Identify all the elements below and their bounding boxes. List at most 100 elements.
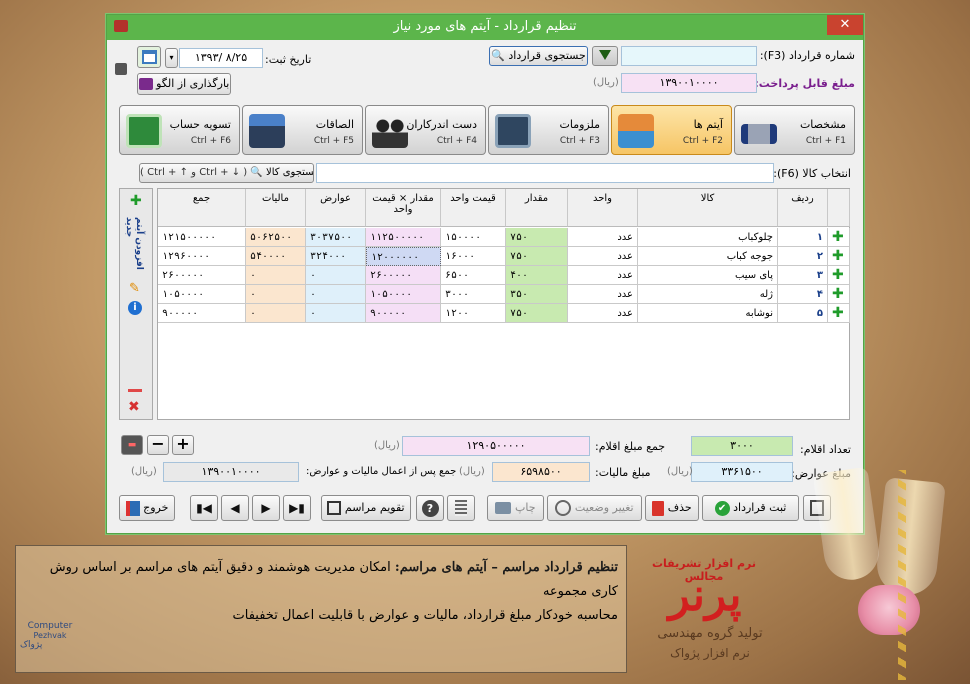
row-add-icon[interactable]: ✚ — [828, 266, 850, 285]
row-number: ۲ — [778, 247, 828, 266]
row-quantity[interactable]: ۷۵۰ — [506, 228, 568, 247]
row-quantity[interactable]: ۷۵۰ — [506, 247, 568, 266]
info-icon[interactable]: i — [128, 301, 142, 315]
row-subtotal: ۱۱۲۵۰۰۰۰۰ — [366, 228, 441, 247]
row-quantity[interactable]: ۴۰۰ — [506, 266, 568, 285]
item-search-button[interactable]: ( Ctrl + ↑ و Ctrl + ↓ ) 🔍 جستجوی کالا — [139, 163, 314, 183]
download-button[interactable] — [592, 46, 618, 66]
row-quantity[interactable]: ۳۵۰ — [506, 285, 568, 304]
print-button[interactable]: چاپ — [487, 495, 544, 521]
row-unit-price[interactable]: ۱۶۰۰۰ — [441, 247, 506, 266]
row-item[interactable]: جوجه کباب — [638, 247, 778, 266]
help-button[interactable]: ? — [416, 495, 444, 521]
play-icon: ▶ — [261, 501, 271, 515]
contract-search-button[interactable]: 🔍 جستجوی قرارداد — [489, 46, 588, 66]
tab-requirements[interactable]: ملزومات Ctrl + F3 — [488, 105, 609, 155]
change-status-button[interactable]: تغییر وضعیت — [547, 495, 642, 521]
row-add-icon[interactable]: ✚ — [828, 304, 850, 323]
tab-requirements-shortcut: Ctrl + F3 — [559, 136, 600, 146]
row-total: ۱۲۹۶۰۰۰۰ — [158, 247, 246, 266]
prev-record-button[interactable]: ◀ — [221, 495, 249, 521]
row-unit-price[interactable]: ۱۵۰۰۰۰ — [441, 228, 506, 247]
payable-amount-field: ۱۳۹۰۰۱۰۰۰۰ — [621, 73, 757, 93]
status-icon — [555, 500, 572, 516]
save-disk-icon[interactable] — [115, 63, 127, 75]
logo-line2: Pezhvak — [33, 631, 67, 640]
row-quantity[interactable]: ۷۵۰ — [506, 304, 568, 323]
caption-box: تنظیم قرارداد مراسم – آیتم های مراسم: ام… — [15, 545, 627, 673]
print-label: چاپ — [514, 501, 536, 514]
checklist-icon — [495, 114, 531, 148]
header-duty: عوارض — [306, 189, 366, 227]
row-unit-price[interactable]: ۱۲۰۰ — [441, 304, 506, 323]
tab-settlement[interactable]: تسویه حساب Ctrl + F6 — [119, 105, 240, 155]
magnifier-icon: 🔍 — [491, 49, 505, 62]
save-contract-label: ثبت قرارداد — [733, 501, 787, 514]
row-item[interactable]: چلوکباب — [638, 228, 778, 247]
row-tax: ۵۴۰۰۰۰ — [246, 247, 306, 266]
item-select-label: انتخاب کالا (F6): — [773, 167, 851, 180]
items-total-field: ۱۲۹۰۵۰۰۰۰۰ — [402, 436, 590, 456]
rose-decoration — [858, 585, 920, 635]
tab-specs[interactable]: مشخصات Ctrl + F1 — [734, 105, 855, 155]
row-item[interactable]: نوشابه — [638, 304, 778, 323]
money-icon — [126, 114, 162, 148]
people-icon — [372, 114, 408, 148]
keypad-icon — [455, 500, 467, 516]
net-total-label: جمع پس از اعمال مالیات و عوارض: — [306, 466, 457, 477]
row-subtotal: ۲۶۰۰۰۰۰ — [366, 266, 441, 285]
caption-title: تنظیم قرارداد مراسم – آیتم های مراسم: — [394, 560, 618, 575]
tab-items[interactable]: آیتم ها Ctrl + F2 — [611, 105, 732, 155]
champagne-glass-right — [874, 477, 946, 598]
row-number: ۵ — [778, 304, 828, 323]
row-duty: ۳۰۳۷۵۰۰ — [306, 228, 366, 247]
increase-button[interactable]: + — [172, 435, 194, 455]
decrease-button[interactable]: − — [147, 435, 169, 455]
delete-x-icon[interactable]: ✖ — [128, 399, 140, 415]
row-total: ۱۲۱۵۰۰۰۰۰ — [158, 228, 246, 247]
row-add-icon[interactable]: ✚ — [828, 228, 850, 247]
row-add-icon[interactable]: ✚ — [828, 247, 850, 266]
load-template-button[interactable]: بارگذاری از الگو — [137, 73, 231, 95]
item-select-input[interactable] — [316, 163, 774, 183]
event-calendar-button[interactable]: تقویم مراسم — [321, 495, 411, 521]
row-unit-price[interactable]: ۶۵۰۰ — [441, 266, 506, 285]
calc-button[interactable] — [447, 495, 475, 521]
next-record-button[interactable]: ▶ — [252, 495, 280, 521]
row-tax: ۰ — [246, 285, 306, 304]
row-add-icon[interactable]: ✚ — [828, 285, 850, 304]
exit-button[interactable]: خروج — [119, 495, 175, 521]
calendar-button[interactable] — [137, 46, 161, 68]
tab-specs-label: مشخصات — [799, 118, 846, 131]
save-contract-button[interactable]: ✔ ثبت قرارداد — [702, 495, 799, 521]
contract-number-input[interactable] — [621, 46, 757, 66]
minus-icon[interactable] — [128, 389, 142, 392]
header-unit-price: قیمت واحد — [441, 189, 506, 227]
tab-attachments[interactable]: الصاقات Ctrl + F5 — [242, 105, 363, 155]
date-input[interactable]: ۱۳۹۳/ ۸/۲۵ — [179, 48, 263, 68]
row-unit-price[interactable]: ۳۰۰۰ — [441, 285, 506, 304]
row-duty: ۰ — [306, 266, 366, 285]
calculator-small-button[interactable]: ▬ — [121, 435, 143, 455]
tax-unit: (ریال) — [459, 466, 485, 477]
tab-requirements-label: ملزومات — [559, 118, 600, 131]
pezhvak-logo: Computer Pezhvak پژواک — [20, 621, 80, 665]
header-subtotal: مقدار × قیمت واحد — [366, 189, 441, 227]
date-spinner[interactable]: ▾ — [165, 48, 178, 68]
close-button[interactable]: ✕ — [827, 15, 863, 35]
add-plus-icon[interactable]: ✚ — [130, 193, 142, 209]
first-record-button[interactable]: ▮◀ — [190, 495, 218, 521]
exit-label: خروج — [143, 501, 169, 514]
tab-staff[interactable]: دست اندرکاران Ctrl + F4 — [365, 105, 486, 155]
row-unit: عدد — [568, 285, 638, 304]
last-record-button[interactable]: ▶▮ — [283, 495, 311, 521]
item-count-label: تعداد اقلام: — [800, 443, 851, 456]
row-item[interactable]: پای سیب — [638, 266, 778, 285]
delete-button[interactable]: حذف — [645, 495, 699, 521]
printer-icon — [495, 502, 512, 514]
pencil-icon[interactable]: ✎ — [129, 281, 140, 296]
row-item[interactable]: ژله — [638, 285, 778, 304]
row-duty: ۰ — [306, 304, 366, 323]
add-new-item-label[interactable]: افزودن آیتم جدید — [124, 217, 144, 277]
skip-start-icon: ▮◀ — [196, 501, 212, 515]
